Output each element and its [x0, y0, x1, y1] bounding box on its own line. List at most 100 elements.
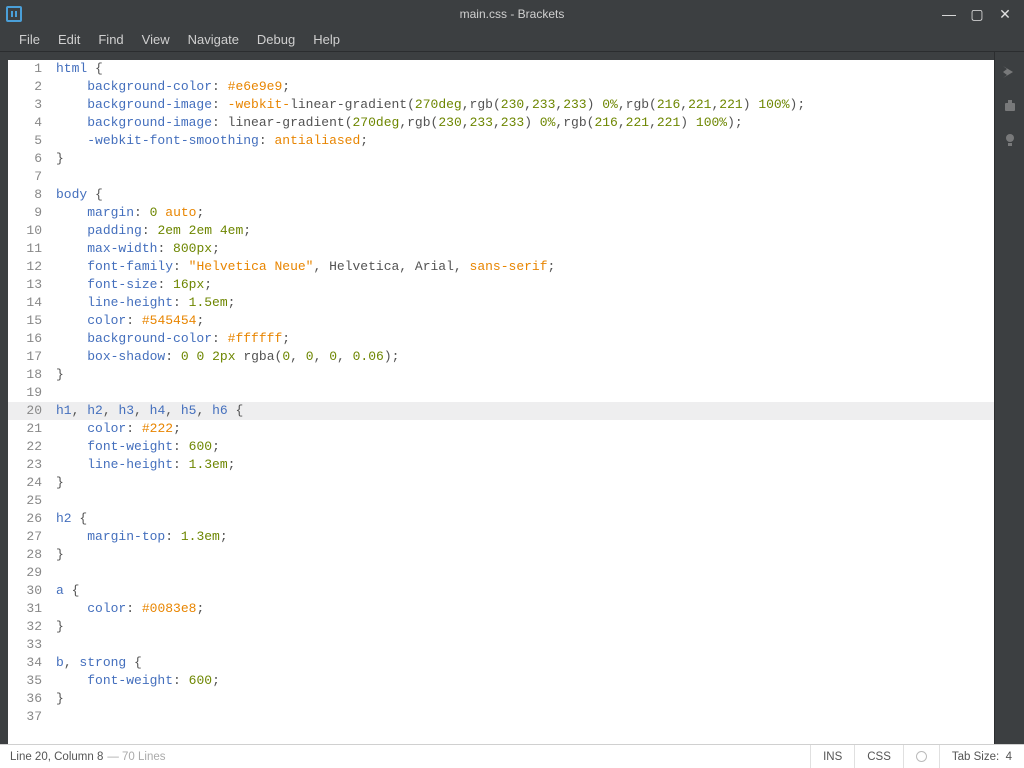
code-line[interactable]: 17 box-shadow: 0 0 2px rgba(0, 0, 0, 0.0… [8, 348, 994, 366]
lightbulb-icon[interactable] [1002, 132, 1018, 148]
menu-view[interactable]: View [133, 29, 179, 50]
code-line[interactable]: 24} [8, 474, 994, 492]
line-number: 4 [8, 114, 56, 132]
code-line[interactable]: 33 [8, 636, 994, 654]
code-content[interactable]: padding: 2em 2em 4em; [56, 222, 994, 240]
status-lint-indicator[interactable] [903, 745, 939, 768]
code-line[interactable]: 2 background-color: #e6e9e9; [8, 78, 994, 96]
status-language[interactable]: CSS [854, 745, 903, 768]
code-content[interactable]: a { [56, 582, 994, 600]
code-line[interactable]: 27 margin-top: 1.3em; [8, 528, 994, 546]
status-cursor[interactable]: Line 20, Column 8 [10, 751, 103, 763]
code-line[interactable]: 31 color: #0083e8; [8, 600, 994, 618]
close-icon[interactable]: ✕ [998, 6, 1012, 23]
code-content[interactable]: font-size: 16px; [56, 276, 994, 294]
code-content[interactable]: } [56, 546, 994, 564]
menu-find[interactable]: Find [89, 29, 132, 50]
code-content[interactable]: color: #222; [56, 420, 994, 438]
code-line[interactable]: 35 font-weight: 600; [8, 672, 994, 690]
code-line[interactable]: 16 background-color: #ffffff; [8, 330, 994, 348]
code-line[interactable]: 36} [8, 690, 994, 708]
code-content[interactable] [56, 708, 994, 726]
code-content[interactable]: -webkit-font-smoothing: antialiased; [56, 132, 994, 150]
menu-file[interactable]: File [10, 29, 49, 50]
code-content[interactable]: background-color: #ffffff; [56, 330, 994, 348]
code-line[interactable]: 14 line-height: 1.5em; [8, 294, 994, 312]
code-content[interactable]: font-family: "Helvetica Neue", Helvetica… [56, 258, 994, 276]
code-line[interactable]: 5 -webkit-font-smoothing: antialiased; [8, 132, 994, 150]
menu-edit[interactable]: Edit [49, 29, 89, 50]
code-content[interactable]: } [56, 618, 994, 636]
code-content[interactable]: html { [56, 60, 994, 78]
code-line[interactable]: 7 [8, 168, 994, 186]
code-content[interactable]: background-image: linear-gradient(270deg… [56, 114, 994, 132]
line-number: 13 [8, 276, 56, 294]
code-line[interactable]: 15 color: #545454; [8, 312, 994, 330]
code-content[interactable] [56, 384, 994, 402]
code-content[interactable]: color: #0083e8; [56, 600, 994, 618]
code-content[interactable]: margin-top: 1.3em; [56, 528, 994, 546]
code-content[interactable] [56, 636, 994, 654]
minimize-icon[interactable]: — [942, 6, 956, 23]
code-line[interactable]: 6} [8, 150, 994, 168]
code-line[interactable]: 21 color: #222; [8, 420, 994, 438]
code-editor[interactable]: 1html {2 background-color: #e6e9e9;3 bac… [8, 60, 994, 744]
code-content[interactable]: b, strong { [56, 654, 994, 672]
code-line[interactable]: 28} [8, 546, 994, 564]
code-line[interactable]: 3 background-image: -webkit-linear-gradi… [8, 96, 994, 114]
code-line[interactable]: 30a { [8, 582, 994, 600]
code-line[interactable]: 12 font-family: "Helvetica Neue", Helvet… [8, 258, 994, 276]
status-tabsize[interactable]: Tab Size: 4 [939, 745, 1024, 768]
code-content[interactable]: max-width: 800px; [56, 240, 994, 258]
code-line[interactable]: 34b, strong { [8, 654, 994, 672]
code-content[interactable] [56, 168, 994, 186]
code-content[interactable]: line-height: 1.5em; [56, 294, 994, 312]
maximize-icon[interactable]: ▢ [970, 6, 984, 23]
code-line[interactable]: 13 font-size: 16px; [8, 276, 994, 294]
circle-icon [916, 751, 927, 762]
code-line[interactable]: 10 padding: 2em 2em 4em; [8, 222, 994, 240]
code-line[interactable]: 20h1, h2, h3, h4, h5, h6 { [8, 402, 994, 420]
statusbar: Line 20, Column 8 — 70 Lines INS CSS Tab… [0, 744, 1024, 768]
code-line[interactable]: 11 max-width: 800px; [8, 240, 994, 258]
code-content[interactable]: background-color: #e6e9e9; [56, 78, 994, 96]
code-content[interactable]: line-height: 1.3em; [56, 456, 994, 474]
code-content[interactable]: } [56, 474, 994, 492]
code-line[interactable]: 32} [8, 618, 994, 636]
code-line[interactable]: 4 background-image: linear-gradient(270d… [8, 114, 994, 132]
code-line[interactable]: 19 [8, 384, 994, 402]
code-line[interactable]: 18} [8, 366, 994, 384]
code-line[interactable]: 26h2 { [8, 510, 994, 528]
code-content[interactable] [56, 564, 994, 582]
code-line[interactable]: 29 [8, 564, 994, 582]
code-content[interactable] [56, 492, 994, 510]
code-line[interactable]: 23 line-height: 1.3em; [8, 456, 994, 474]
code-content[interactable]: h1, h2, h3, h4, h5, h6 { [56, 402, 994, 420]
extensions-icon[interactable] [1002, 98, 1018, 114]
editor-scroll[interactable]: 1html {2 background-color: #e6e9e9;3 bac… [8, 60, 994, 744]
code-content[interactable]: box-shadow: 0 0 2px rgba(0, 0, 0, 0.06); [56, 348, 994, 366]
code-line[interactable]: 1html { [8, 60, 994, 78]
status-insert-mode[interactable]: INS [810, 745, 854, 768]
menu-navigate[interactable]: Navigate [179, 29, 248, 50]
code-content[interactable]: h2 { [56, 510, 994, 528]
line-number: 28 [8, 546, 56, 564]
code-content[interactable]: body { [56, 186, 994, 204]
code-content[interactable]: font-weight: 600; [56, 672, 994, 690]
code-line[interactable]: 9 margin: 0 auto; [8, 204, 994, 222]
menubar: FileEditFindViewNavigateDebugHelp [0, 28, 1024, 52]
menu-help[interactable]: Help [304, 29, 349, 50]
live-preview-icon[interactable] [1002, 64, 1018, 80]
code-content[interactable]: } [56, 366, 994, 384]
code-content[interactable]: margin: 0 auto; [56, 204, 994, 222]
code-content[interactable]: color: #545454; [56, 312, 994, 330]
code-line[interactable]: 8body { [8, 186, 994, 204]
code-line[interactable]: 22 font-weight: 600; [8, 438, 994, 456]
code-line[interactable]: 37 [8, 708, 994, 726]
code-content[interactable]: background-image: -webkit-linear-gradien… [56, 96, 994, 114]
code-content[interactable]: } [56, 150, 994, 168]
code-line[interactable]: 25 [8, 492, 994, 510]
code-content[interactable]: font-weight: 600; [56, 438, 994, 456]
menu-debug[interactable]: Debug [248, 29, 304, 50]
code-content[interactable]: } [56, 690, 994, 708]
